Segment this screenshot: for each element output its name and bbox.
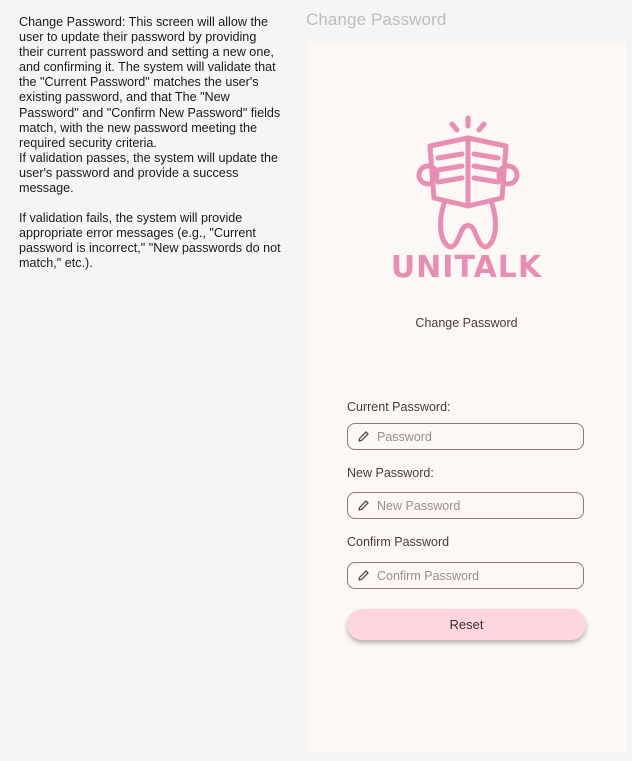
- new-password-label: New Password:: [347, 466, 434, 480]
- screen-description: Change Password: This screen will allow …: [19, 15, 281, 272]
- phone-screen: UNITALK Change Password Current Password…: [307, 42, 626, 753]
- app-logo-text: UNITALK: [390, 250, 543, 285]
- pencil-icon: [358, 570, 369, 581]
- confirm-password-input[interactable]: [377, 563, 577, 588]
- current-password-label: Current Password:: [347, 400, 451, 414]
- page-title: Change Password: [415, 316, 518, 330]
- pencil-icon: [358, 431, 369, 442]
- description-paragraph: If validation passes, the system will up…: [19, 150, 279, 196]
- description-paragraph: If validation fails, the system will pro…: [19, 211, 281, 271]
- description-paragraph: Change Password: This screen will allow …: [19, 15, 281, 150]
- confirm-password-label: Confirm Password: [347, 535, 450, 549]
- reset-button[interactable]: Reset: [347, 609, 586, 640]
- frame-title: Change Password: [306, 10, 447, 29]
- pencil-icon: [358, 500, 369, 511]
- new-password-field[interactable]: [347, 492, 584, 519]
- new-password-input[interactable]: [377, 493, 577, 518]
- confirm-password-field[interactable]: [347, 562, 584, 589]
- current-password-field[interactable]: [347, 423, 584, 450]
- current-password-input[interactable]: [377, 424, 577, 449]
